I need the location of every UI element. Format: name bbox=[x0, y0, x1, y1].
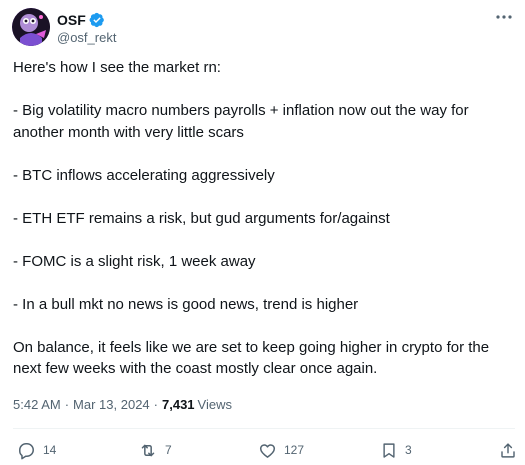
repost-count: 7 bbox=[165, 443, 172, 457]
tweet-time[interactable]: 5:42 AM bbox=[13, 397, 61, 412]
meta-separator: · bbox=[153, 397, 158, 412]
meta-separator: · bbox=[64, 397, 70, 412]
heart-icon bbox=[259, 443, 276, 458]
reply-icon bbox=[19, 442, 34, 459]
share-icon bbox=[501, 442, 515, 458]
repost-icon bbox=[141, 444, 155, 456]
reply-button[interactable]: 14 bbox=[17, 440, 56, 460]
bookmark-count: 3 bbox=[405, 443, 412, 457]
tweet-paragraph: - BTC inflows accelerating aggressively bbox=[13, 166, 275, 184]
tweet-body: Here's how I see the market rn: - Big vo… bbox=[13, 57, 513, 401]
views-count: 7,431 bbox=[162, 397, 195, 412]
tweet-paragraph: On balance, it feels like we are set to … bbox=[13, 338, 490, 378]
avatar-image bbox=[12, 8, 50, 46]
like-button[interactable]: 127 bbox=[258, 440, 304, 460]
tweet-paragraph: - ETH ETF remains a risk, but gud argume… bbox=[13, 209, 390, 227]
reply-count: 14 bbox=[43, 443, 57, 457]
views-label: Views bbox=[197, 397, 232, 412]
tweet-meta: 5:42 AM · Mar 13, 2024 · 7,431 Views bbox=[13, 397, 232, 412]
avatar[interactable] bbox=[12, 8, 50, 46]
tweet-header: OSF @osf_rekt bbox=[12, 8, 515, 48]
like-count: 127 bbox=[284, 443, 305, 457]
verified-badge-icon bbox=[89, 12, 105, 28]
bookmark-icon bbox=[383, 442, 395, 458]
name-row: OSF bbox=[57, 11, 105, 29]
user-handle[interactable]: @osf_rekt bbox=[57, 30, 116, 45]
action-bar: 14 7 127 3 bbox=[17, 440, 517, 462]
more-options-icon[interactable] bbox=[493, 8, 515, 26]
tweet-paragraph: - FOMC is a slight risk, 1 week away bbox=[13, 252, 256, 270]
display-name[interactable]: OSF bbox=[57, 12, 86, 28]
tweet-paragraph: - Big volatility macro numbers payrolls … bbox=[13, 102, 469, 141]
tweet-date[interactable]: Mar 13, 2024 bbox=[73, 397, 150, 412]
divider bbox=[13, 428, 515, 429]
tweet-paragraph: - In a bull mkt no news is good news, tr… bbox=[13, 295, 359, 313]
tweet-paragraph: Here's how I see the market rn: bbox=[13, 59, 221, 76]
repost-button[interactable]: 7 bbox=[138, 440, 172, 460]
bookmark-button[interactable]: 3 bbox=[380, 440, 412, 460]
share-button[interactable] bbox=[499, 440, 517, 460]
